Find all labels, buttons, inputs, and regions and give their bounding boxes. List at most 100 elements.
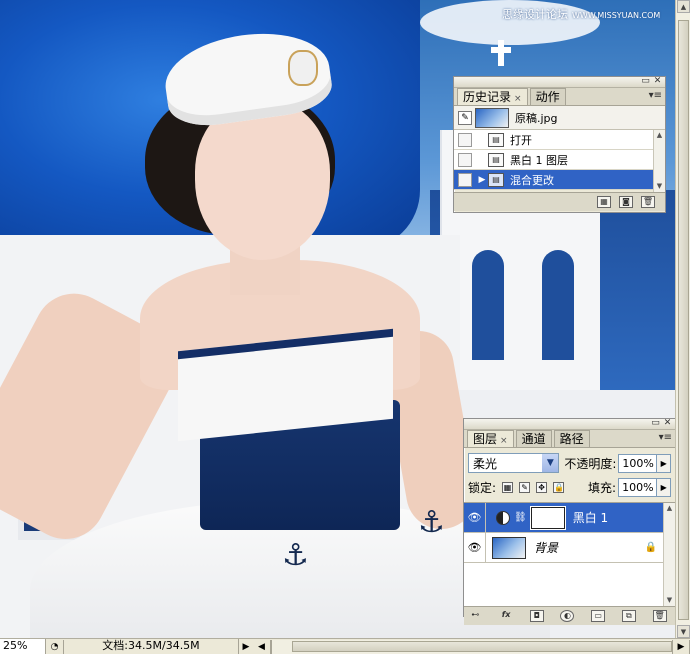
- panel-titlebar[interactable]: ▭ ✕: [454, 76, 665, 88]
- close-icon[interactable]: ✕: [652, 76, 663, 87]
- collapse-icon[interactable]: ▭: [650, 418, 661, 429]
- layer-row-bw-adjustment[interactable]: 👁 ⛓ 黑白 1: [464, 502, 675, 533]
- brush-source-icon[interactable]: ✎: [458, 110, 472, 125]
- scroll-right-icon[interactable]: ▶: [672, 639, 690, 654]
- cross-shape: [498, 40, 504, 66]
- lock-all-icon[interactable]: 🔒: [553, 481, 565, 493]
- opacity-label: 不透明度:: [564, 456, 617, 471]
- scroll-up-icon[interactable]: ▲: [654, 130, 665, 141]
- chain-link-icon[interactable]: ⛓: [514, 512, 527, 523]
- history-bottom-bar: ▦ ◙ 🗑: [454, 192, 665, 211]
- document-icon: ▤: [488, 172, 504, 187]
- layer-controls: 柔光 ▼ 不透明度: 100% ▶ 锁定: ▦ ✎ ✥ 🔒 填充: 100% ▶: [464, 448, 675, 502]
- status-bar: 25% ◔ 文档:34.5M/34.5M ▶ ◀ ▶: [0, 638, 690, 654]
- zoom-field[interactable]: 25%: [0, 639, 46, 654]
- layer-name: 黑白 1: [572, 511, 609, 525]
- layers-panel: ▭ ✕ 图层 × 通道 路径 ▾≡ 柔光 ▼ 不透明度: 100% ▶ 锁定: ▦…: [463, 418, 676, 625]
- history-brush-checkbox[interactable]: [458, 172, 472, 187]
- blend-mode-select[interactable]: 柔光 ▼: [468, 453, 560, 473]
- cross-shape: [491, 47, 511, 53]
- tab-paths[interactable]: 路径: [553, 430, 590, 447]
- scroll-thumb[interactable]: [292, 640, 672, 652]
- lock-move-icon[interactable]: ✥: [536, 481, 548, 493]
- history-panel: ▭ ✕ 历史记录 × 动作 ▾≡ ✎ 原稿.jpg ▤ 打开 ▤ 黑白 1 图层 …: [453, 76, 666, 213]
- tab-history[interactable]: 历史记录 ×: [457, 88, 528, 105]
- close-icon[interactable]: ✕: [662, 418, 673, 429]
- adjustment-icon[interactable]: ◐: [560, 610, 575, 622]
- panel-menu-icon[interactable]: ▾≡: [649, 90, 662, 101]
- tab-channels[interactable]: 通道: [515, 430, 552, 447]
- history-state-label: 黑白 1 图层: [510, 153, 568, 167]
- history-state-open[interactable]: ▤ 打开: [454, 130, 665, 150]
- scroll-down-icon[interactable]: ▼: [664, 595, 675, 606]
- info-menu-arrow-icon[interactable]: ▶: [239, 642, 253, 652]
- collapse-icon[interactable]: ▭: [640, 76, 651, 87]
- history-state-blend-change[interactable]: ▶ ▤ 混合更改: [454, 170, 665, 190]
- lock-transparency-icon[interactable]: ▦: [502, 481, 514, 493]
- panel-menu-icon[interactable]: ▾≡: [659, 432, 672, 443]
- eye-icon[interactable]: 👁: [464, 502, 486, 533]
- watermark: 思缘设计论坛 WWW.MISSYUAN.COM: [502, 6, 660, 22]
- layers-tabs: 图层 × 通道 路径 ▾≡: [464, 430, 675, 448]
- canvas-vertical-scrollbar[interactable]: ▲ ▼: [675, 0, 690, 638]
- anchor-icon: ⚓: [282, 538, 309, 573]
- layers-scrollbar[interactable]: ▲ ▼: [663, 503, 675, 606]
- snapshot-thumbnail: [475, 107, 509, 128]
- hat-badge: [288, 50, 318, 86]
- document-icon: ▤: [488, 152, 504, 167]
- history-scrollbar[interactable]: ▲ ▼: [653, 130, 665, 192]
- history-brush-checkbox[interactable]: [458, 152, 472, 167]
- scroll-down-icon[interactable]: ▼: [654, 181, 665, 192]
- history-states-list: ▤ 打开 ▤ 黑白 1 图层 ▶ ▤ 混合更改 ▲ ▼: [454, 130, 665, 192]
- tower-arch: [542, 250, 574, 360]
- fill-input[interactable]: 100%: [618, 477, 658, 497]
- history-state-label: 混合更改: [510, 173, 554, 187]
- tab-actions[interactable]: 动作: [529, 88, 566, 105]
- layer-name: 背景: [534, 541, 559, 555]
- fx-icon[interactable]: fx: [499, 610, 513, 622]
- new-document-icon[interactable]: ▦: [597, 196, 611, 208]
- scroll-down-icon[interactable]: ▼: [677, 625, 690, 638]
- chevron-down-icon[interactable]: ▼: [542, 454, 559, 472]
- opacity-input[interactable]: 100%: [618, 453, 658, 473]
- snapshot-camera-icon[interactable]: ◙: [619, 196, 633, 208]
- close-tab-icon[interactable]: ×: [500, 436, 508, 446]
- fill-label: 填充:: [588, 480, 617, 495]
- history-snapshot[interactable]: ✎ 原稿.jpg: [454, 106, 665, 130]
- canvas-horizontal-scrollbar[interactable]: [271, 639, 672, 654]
- eye-icon[interactable]: 👁: [464, 532, 486, 563]
- lock-label: 锁定:: [468, 480, 497, 495]
- tab-layers[interactable]: 图层 ×: [467, 430, 514, 447]
- history-brush-checkbox[interactable]: [458, 132, 472, 147]
- lock-paint-icon[interactable]: ✎: [519, 481, 531, 493]
- new-layer-icon[interactable]: ⧉: [621, 610, 636, 622]
- scroll-up-icon[interactable]: ▲: [677, 0, 690, 13]
- layer-row-background[interactable]: 👁 背景 🔒: [464, 532, 675, 563]
- current-state-marker-icon: ▶: [478, 174, 486, 185]
- close-tab-icon[interactable]: ×: [514, 94, 522, 104]
- lock-icon: 🔒: [644, 542, 657, 553]
- opacity-slider-arrow-icon[interactable]: ▶: [657, 453, 671, 473]
- layer-mask-thumbnail[interactable]: [530, 506, 565, 529]
- snapshot-label: 原稿.jpg: [515, 111, 558, 125]
- link-icon[interactable]: ⊷: [468, 610, 482, 622]
- history-state-bw-layer[interactable]: ▤ 黑白 1 图层: [454, 150, 665, 170]
- layer-thumbnail: [492, 536, 526, 559]
- trash-icon[interactable]: 🗑: [652, 610, 667, 622]
- scroll-left-icon[interactable]: ◀: [253, 639, 271, 654]
- tower-arch: [472, 250, 504, 360]
- trash-icon[interactable]: 🗑: [641, 196, 655, 208]
- scroll-thumb[interactable]: [678, 20, 689, 620]
- scroll-up-icon[interactable]: ▲: [664, 503, 675, 514]
- mask-icon[interactable]: ◘: [529, 610, 544, 622]
- folder-icon[interactable]: ▭: [591, 610, 606, 622]
- panel-titlebar[interactable]: ▭ ✕: [464, 418, 675, 430]
- navigator-icon[interactable]: ◔: [46, 639, 64, 654]
- watermark-site: 思缘设计论坛: [502, 8, 568, 21]
- watermark-url: WWW.MISSYUAN.COM: [572, 11, 661, 20]
- fill-slider-arrow-icon[interactable]: ▶: [657, 477, 671, 497]
- history-tabs: 历史记录 × 动作 ▾≡: [454, 88, 665, 106]
- document-icon: ▤: [488, 132, 504, 147]
- adjustment-layer-icon: [496, 510, 510, 525]
- blend-mode-value: 柔光: [473, 456, 498, 471]
